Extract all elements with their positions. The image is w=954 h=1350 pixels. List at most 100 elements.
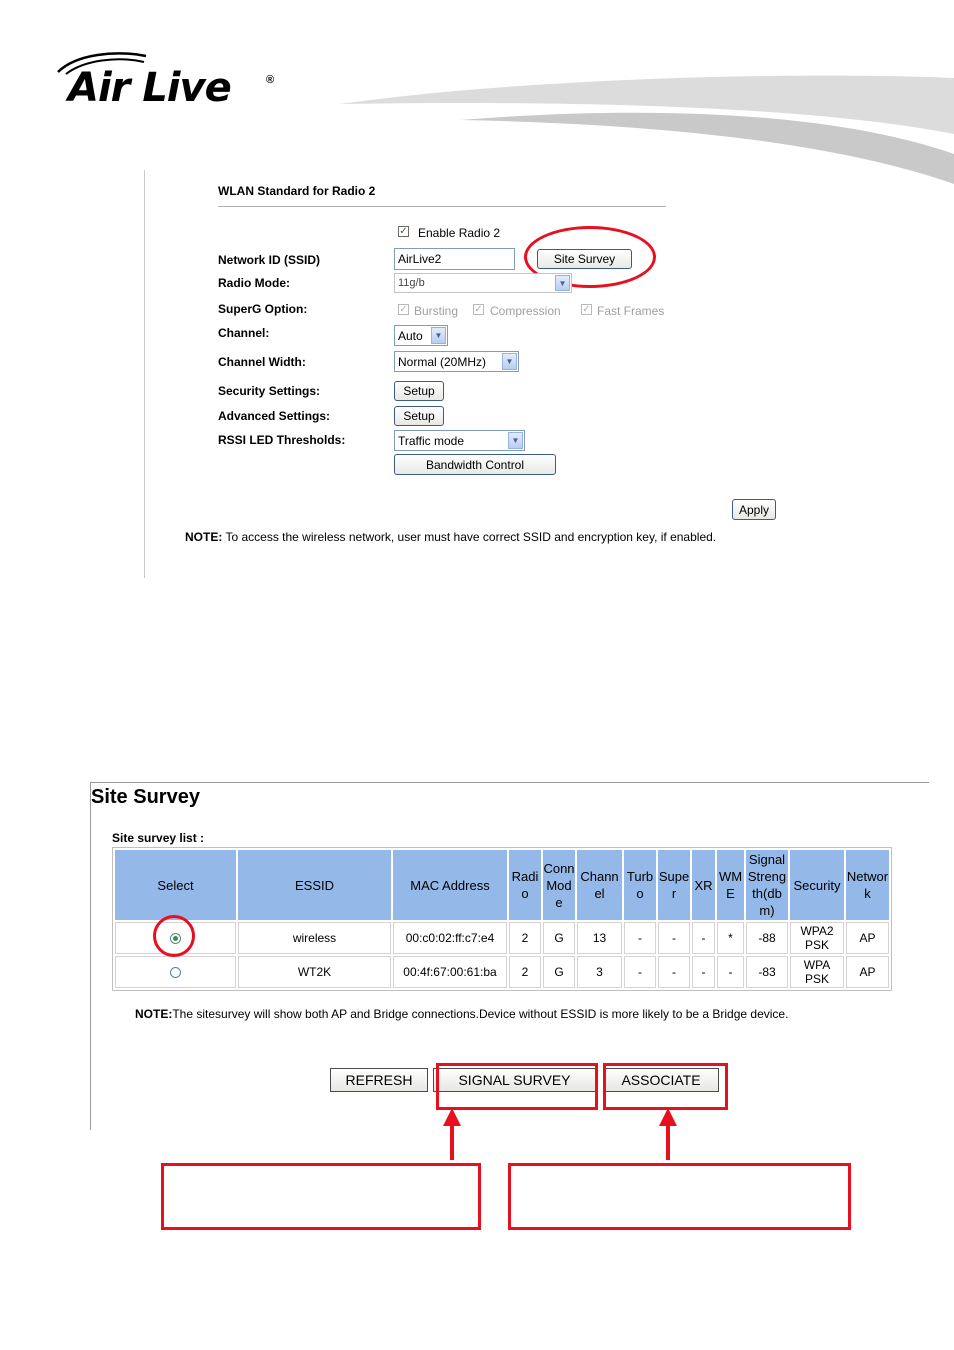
table-row: wireless 00:c0:02:ff:c7:e4 2 G 13 - - - … <box>115 922 889 954</box>
header-swoosh <box>340 75 954 184</box>
xr-cell: - <box>692 956 715 988</box>
note-label: NOTE: <box>185 530 223 544</box>
channel-width-value: Normal (20MHz) <box>398 354 487 369</box>
security-cell: WPA2 PSK <box>790 922 844 954</box>
rssi-label: RSSI LED Thresholds: <box>218 433 346 447</box>
fast-frames-checkbox[interactable]: ✓ <box>581 304 592 315</box>
table-row: WT2K 00:4f:67:00:61:ba 2 G 3 - - - - -83… <box>115 956 889 988</box>
column-header: Supe r <box>658 850 690 920</box>
select-cell <box>115 956 236 988</box>
column-header: Radi o <box>509 850 541 920</box>
section-title: WLAN Standard for Radio 2 <box>218 184 376 198</box>
column-header: WM E <box>717 850 744 920</box>
registered-mark: ® <box>266 74 275 86</box>
radio-mode-select[interactable]: 11g/b ▼ <box>394 273 572 293</box>
select-radio[interactable] <box>170 967 181 979</box>
channel-width-label: Channel Width: <box>218 355 306 369</box>
chevron-down-icon: ▼ <box>555 275 570 291</box>
turbo-cell: - <box>624 956 656 988</box>
channel-width-select[interactable]: Normal (20MHz) ▼ <box>394 351 519 372</box>
refresh-button[interactable]: REFRESH <box>330 1068 428 1092</box>
column-header: XR <box>692 850 715 920</box>
column-header: Turb o <box>624 850 656 920</box>
mode-cell: G <box>543 922 575 954</box>
ssid-label: Network ID (SSID) <box>218 253 321 267</box>
enable-radio-checkbox[interactable]: ✓ <box>398 226 409 237</box>
signal-cell: -88 <box>746 922 788 954</box>
radio-mode-value: 11g/b <box>398 277 425 289</box>
security-settings-label: Security Settings: <box>218 384 321 398</box>
mac-cell: 00:4f:67:00:61:ba <box>393 956 507 988</box>
mac-cell: 00:c0:02:ff:c7:e4 <box>393 922 507 954</box>
super-cell: - <box>658 956 690 988</box>
panel-border-top <box>90 782 929 783</box>
channel-value: Auto <box>398 328 423 343</box>
mode-cell: G <box>543 956 575 988</box>
list-label: Site survey list : <box>112 831 205 845</box>
channel-select[interactable]: Auto ▼ <box>394 325 448 346</box>
security-cell: WPA PSK <box>790 956 844 988</box>
bandwidth-control-button[interactable]: Bandwidth Control <box>394 454 556 475</box>
annotation-box <box>603 1063 728 1110</box>
annotation-box <box>436 1063 598 1110</box>
channel-cell: 13 <box>577 922 622 954</box>
annotation-callout-box <box>508 1163 851 1230</box>
column-header: Signal Streng th(db m) <box>746 850 788 920</box>
note-text: To access the wireless network, user mus… <box>222 530 717 544</box>
advanced-setup-button[interactable]: Setup <box>394 406 444 426</box>
column-header: Security <box>790 850 844 920</box>
column-header: MAC Address <box>393 850 507 920</box>
advanced-settings-label: Advanced Settings: <box>218 409 331 423</box>
bursting-checkbox[interactable]: ✓ <box>398 304 409 315</box>
panel-border <box>144 170 145 578</box>
network-cell: AP <box>846 922 889 954</box>
compression-label: Compression <box>490 304 561 318</box>
rssi-value: Traffic mode <box>398 433 465 448</box>
chevron-down-icon: ▼ <box>431 327 446 344</box>
apply-button[interactable]: Apply <box>732 499 776 520</box>
essid-cell: wireless <box>238 922 391 954</box>
super-cell: - <box>658 922 690 954</box>
chevron-down-icon: ▼ <box>502 353 517 370</box>
essid-cell: WT2K <box>238 956 391 988</box>
radio-mode-label: Radio Mode: <box>218 276 290 290</box>
wme-cell: * <box>717 922 744 954</box>
bursting-label: Bursting <box>414 304 459 318</box>
network-cell: AP <box>846 956 889 988</box>
survey-note: NOTE:The sitesurvey will show both AP an… <box>135 1007 788 1021</box>
annotation-callout-box <box>161 1163 481 1230</box>
wme-cell: - <box>717 956 744 988</box>
turbo-cell: - <box>624 922 656 954</box>
security-setup-button[interactable]: Setup <box>394 381 444 401</box>
site-survey-table: Select ESSID MAC Address Radi o Conn Mod… <box>112 847 892 991</box>
xr-cell: - <box>692 922 715 954</box>
note: NOTE: To access the wireless network, us… <box>185 530 716 544</box>
arrow-shaft <box>450 1122 454 1160</box>
column-header: Select <box>115 850 236 920</box>
column-header: Networ k <box>846 850 889 920</box>
logo: Air Live <box>68 65 232 111</box>
rssi-select[interactable]: Traffic mode ▼ <box>394 430 525 451</box>
page-title: Site Survey <box>91 786 200 808</box>
annotation-circle <box>153 915 195 957</box>
chevron-down-icon: ▼ <box>508 432 523 449</box>
column-header: Conn Mod e <box>543 850 575 920</box>
radio-cell: 2 <box>509 922 541 954</box>
column-header: ESSID <box>238 850 391 920</box>
note-text: The sitesurvey will show both AP and Bri… <box>172 1007 789 1021</box>
arrow-up-icon <box>443 1108 461 1126</box>
signal-cell: -83 <box>746 956 788 988</box>
channel-cell: 3 <box>577 956 622 988</box>
radio-cell: 2 <box>509 956 541 988</box>
panel-border-left <box>90 782 91 1130</box>
enable-radio-label: Enable Radio 2 <box>418 226 501 240</box>
ssid-input[interactable]: AirLive2 <box>394 248 515 270</box>
arrow-shaft <box>666 1122 670 1160</box>
arrow-up-icon <box>659 1108 677 1126</box>
compression-checkbox[interactable]: ✓ <box>473 304 484 315</box>
fast-frames-label: Fast Frames <box>597 304 665 318</box>
column-header: Chann el <box>577 850 622 920</box>
superg-label: SuperG Option: <box>218 302 308 316</box>
note-label: NOTE: <box>135 1007 173 1021</box>
divider <box>218 206 666 207</box>
